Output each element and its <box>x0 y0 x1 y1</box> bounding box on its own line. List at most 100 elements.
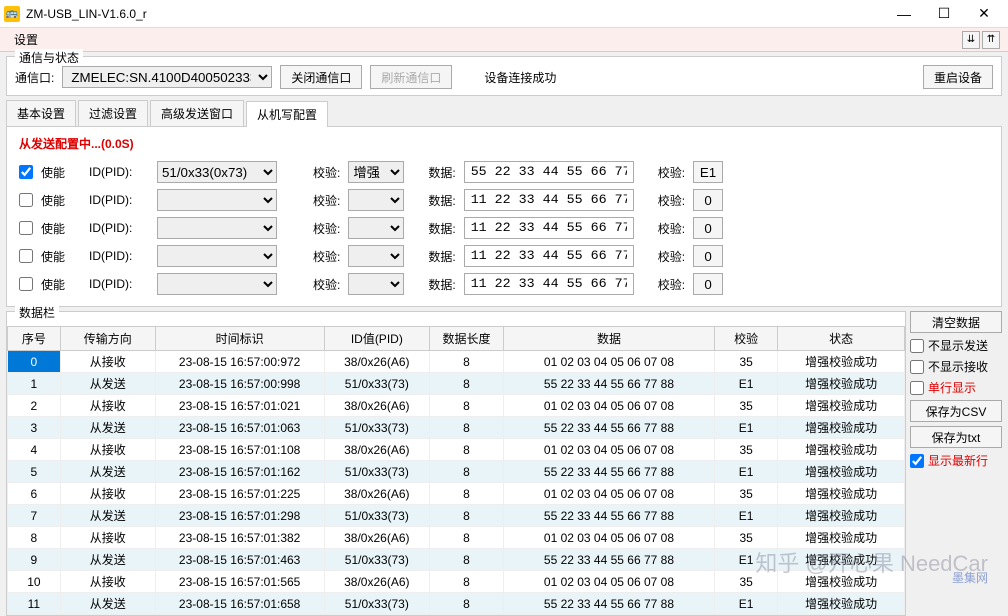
table-cell: 从发送 <box>60 417 155 439</box>
hide-send-checkbox[interactable] <box>910 339 924 353</box>
table-cell: 8 <box>430 571 504 593</box>
grid-col-header[interactable]: 传输方向 <box>60 327 155 351</box>
table-cell: 9 <box>8 549 61 571</box>
data-input[interactable] <box>464 189 634 211</box>
single-line-checkbox[interactable] <box>910 381 924 395</box>
table-cell: 01 02 03 04 05 06 07 08 <box>503 351 714 373</box>
table-cell: 从接收 <box>60 483 155 505</box>
close-port-button[interactable]: 关闭通信口 <box>280 65 362 89</box>
enable-checkbox[interactable] <box>19 249 33 263</box>
id-select[interactable] <box>157 217 277 239</box>
show-latest-label: 显示最新行 <box>928 452 988 469</box>
table-cell: 23-08-15 16:57:01:225 <box>155 483 324 505</box>
chk-mode-select[interactable] <box>348 245 404 267</box>
close-button[interactable]: ✕ <box>964 2 1004 26</box>
show-latest-checkbox[interactable] <box>910 454 924 468</box>
grid-col-header[interactable]: 时间标识 <box>155 327 324 351</box>
table-row[interactable]: 8从接收23-08-15 16:57:01:38238/0x26(A6)801 … <box>8 527 905 549</box>
table-row[interactable]: 4从接收23-08-15 16:57:01:10838/0x26(A6)801 … <box>8 439 905 461</box>
id-select[interactable] <box>157 273 277 295</box>
chk-mode-label: 校验: <box>313 192 340 209</box>
table-cell: 增强校验成功 <box>778 417 905 439</box>
data-input[interactable] <box>464 217 634 239</box>
table-row[interactable]: 6从接收23-08-15 16:57:01:22538/0x26(A6)801 … <box>8 483 905 505</box>
grid-col-header[interactable]: 序号 <box>8 327 61 351</box>
table-cell: 01 02 03 04 05 06 07 08 <box>503 483 714 505</box>
chevron-up-icon[interactable]: ⇈ <box>982 31 1000 49</box>
grid-col-header[interactable]: ID值(PID) <box>324 327 430 351</box>
table-cell: 从接收 <box>60 351 155 373</box>
table-row[interactable]: 7从发送23-08-15 16:57:01:29851/0x33(73)855 … <box>8 505 905 527</box>
id-label: ID(PID): <box>89 249 149 263</box>
table-row[interactable]: 3从发送23-08-15 16:57:01:06351/0x33(73)855 … <box>8 417 905 439</box>
tab-filter[interactable]: 过滤设置 <box>78 100 148 126</box>
table-row[interactable]: 0从接收23-08-15 16:57:00:97238/0x26(A6)801 … <box>8 351 905 373</box>
table-cell: 增强校验成功 <box>778 351 905 373</box>
table-cell: 23-08-15 16:57:00:972 <box>155 351 324 373</box>
table-cell: 8 <box>430 527 504 549</box>
menu-settings[interactable]: 设置 <box>8 29 44 50</box>
clear-data-button[interactable]: 清空数据 <box>910 311 1002 333</box>
data-input[interactable] <box>464 245 634 267</box>
data-grid-title: 数据栏 <box>15 304 59 321</box>
table-cell: 增强校验成功 <box>778 571 905 593</box>
grid-col-header[interactable]: 状态 <box>778 327 905 351</box>
table-cell: E1 <box>714 505 777 527</box>
chevron-down-icon[interactable]: ⇊ <box>962 31 980 49</box>
enable-checkbox[interactable] <box>19 277 33 291</box>
table-row[interactable]: 11从发送23-08-15 16:57:01:65851/0x33(73)855… <box>8 593 905 615</box>
port-select[interactable]: ZMELEC:SN.4100D40050233373237373314 <box>62 66 272 88</box>
id-select[interactable] <box>157 245 277 267</box>
table-cell: 6 <box>8 483 61 505</box>
table-row[interactable]: 2从接收23-08-15 16:57:01:02138/0x26(A6)801 … <box>8 395 905 417</box>
enable-label: 使能 <box>41 276 81 293</box>
id-select[interactable]: 51/0x33(0x73) <box>157 161 277 183</box>
data-input[interactable] <box>464 273 634 295</box>
maximize-button[interactable]: ☐ <box>924 2 964 26</box>
table-row[interactable]: 9从发送23-08-15 16:57:01:46351/0x33(73)855 … <box>8 549 905 571</box>
chk-mode-select[interactable] <box>348 217 404 239</box>
table-cell: 1 <box>8 373 61 395</box>
hide-recv-checkbox[interactable] <box>910 360 924 374</box>
grid-col-header[interactable]: 校验 <box>714 327 777 351</box>
data-grid: 序号传输方向时间标识ID值(PID)数据长度数据校验状态 0从接收23-08-1… <box>7 326 905 615</box>
reboot-button[interactable]: 重启设备 <box>923 65 993 89</box>
table-cell: 8 <box>8 527 61 549</box>
table-row[interactable]: 5从发送23-08-15 16:57:01:16251/0x33(73)855 … <box>8 461 905 483</box>
table-cell: E1 <box>714 461 777 483</box>
enable-checkbox[interactable] <box>19 165 33 179</box>
grid-col-header[interactable]: 数据长度 <box>430 327 504 351</box>
enable-checkbox[interactable] <box>19 221 33 235</box>
chk-mode-select[interactable] <box>348 189 404 211</box>
refresh-port-button[interactable]: 刷新通信口 <box>370 65 452 89</box>
tab-basic[interactable]: 基本设置 <box>6 100 76 126</box>
table-cell: 3 <box>8 417 61 439</box>
table-cell: 8 <box>430 549 504 571</box>
table-row[interactable]: 10从接收23-08-15 16:57:01:56538/0x26(A6)801… <box>8 571 905 593</box>
enable-checkbox[interactable] <box>19 193 33 207</box>
table-cell: 38/0x26(A6) <box>324 527 430 549</box>
table-row[interactable]: 1从发送23-08-15 16:57:00:99851/0x33(73)855 … <box>8 373 905 395</box>
table-cell: 35 <box>714 483 777 505</box>
chk-mode-select[interactable] <box>348 273 404 295</box>
save-csv-button[interactable]: 保存为CSV <box>910 400 1002 422</box>
table-cell: 38/0x26(A6) <box>324 439 430 461</box>
tab-advanced-send[interactable]: 高级发送窗口 <box>150 100 244 126</box>
id-select[interactable] <box>157 189 277 211</box>
data-input[interactable] <box>464 161 634 183</box>
chk-mode-select[interactable]: 增强 <box>348 161 404 183</box>
table-cell: 38/0x26(A6) <box>324 395 430 417</box>
table-cell: 51/0x33(73) <box>324 549 430 571</box>
minimize-button[interactable]: — <box>884 2 924 26</box>
grid-col-header[interactable]: 数据 <box>503 327 714 351</box>
table-cell: 增强校验成功 <box>778 395 905 417</box>
tab-slave-write[interactable]: 从机写配置 <box>246 101 328 127</box>
table-cell: 51/0x33(73) <box>324 593 430 615</box>
table-cell: E1 <box>714 593 777 615</box>
table-cell: E1 <box>714 549 777 571</box>
table-cell: 35 <box>714 395 777 417</box>
save-txt-button[interactable]: 保存为txt <box>910 426 1002 448</box>
table-cell: 23-08-15 16:57:01:565 <box>155 571 324 593</box>
table-cell: 增强校验成功 <box>778 439 905 461</box>
table-cell: 0 <box>8 351 61 373</box>
